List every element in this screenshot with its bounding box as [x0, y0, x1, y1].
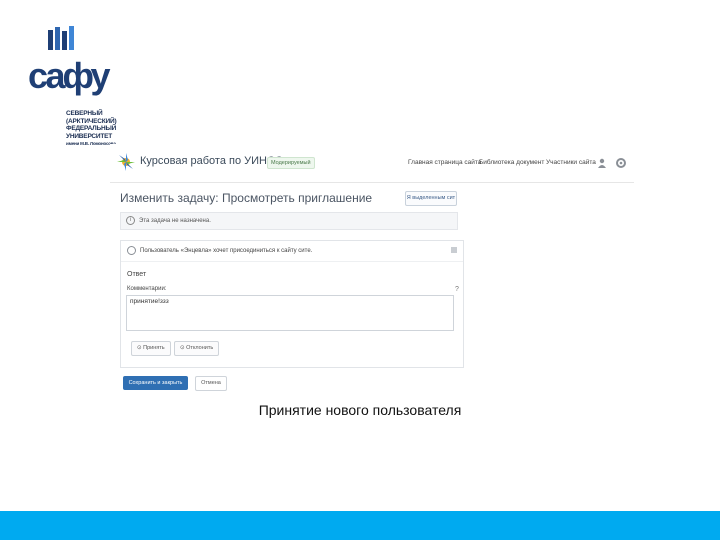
help-icon[interactable]: ? — [455, 286, 459, 293]
logo-wordmark: сафу — [28, 55, 111, 96]
user-icon[interactable] — [597, 158, 607, 168]
task-notice: i Эта задача не назначена. — [120, 212, 458, 230]
reject-label: Отклонить — [186, 345, 214, 351]
answer-label: Ответ — [127, 271, 147, 278]
save-and-close-button[interactable]: Сохранить и закрыть — [123, 376, 188, 390]
nav-site-members[interactable]: Участники сайта — [546, 159, 596, 166]
card-header: Пользователь «Энцевла» хочет присоединит… — [121, 241, 463, 262]
nav-site-home[interactable]: Главная страница сайта — [408, 159, 481, 166]
footer-bar — [0, 511, 720, 540]
accept-button[interactable]: ⊙ Принять — [131, 341, 171, 356]
embedded-screenshot: Курсовая работа по УИНСС Модерируемый Гл… — [110, 144, 634, 396]
page-title: Изменить задачу: Просмотреть приглашение — [120, 191, 373, 205]
invitation-card: Пользователь «Энцевла» хочет присоединит… — [120, 240, 464, 368]
university-logo: сафу СЕВЕРНЫЙ (АРКТИЧЕСКИЙ) ФЕДЕРАЛЬНЫЙ … — [28, 26, 117, 146]
card-header-text: Пользователь «Энцевла» хочет присоединит… — [140, 248, 313, 254]
comments-textarea[interactable]: принятие!ззз — [126, 295, 454, 331]
nav-document-library[interactable]: Библиотека документ — [479, 159, 544, 166]
reject-button[interactable]: ⊙ Отклонить — [174, 341, 220, 356]
site-header: Курсовая работа по УИНСС Модерируемый Гл… — [110, 144, 634, 183]
notice-text: Эта задача не назначена. — [139, 218, 211, 224]
slide-caption: Принятие нового пользователя — [258, 402, 462, 418]
view-button[interactable]: Я выделенным сит — [405, 191, 457, 206]
logo-line: ФЕДЕРАЛЬНЫЙ — [66, 125, 117, 132]
cancel-button[interactable]: Отмена — [195, 376, 227, 391]
request-icon — [127, 245, 136, 255]
accept-label: Принять — [143, 345, 165, 351]
logo-line: (АРКТИЧЕСКИЙ) — [66, 117, 117, 125]
logo-line: СЕВЕРНЫЙ — [66, 110, 103, 117]
books-icon — [48, 26, 74, 50]
logo-text: СЕВЕРНЫЙ (АРКТИЧЕСКИЙ) ФЕДЕРАЛЬНЫЙ УНИВЕ… — [66, 110, 136, 148]
visibility-badge: Модерируемый — [267, 157, 315, 169]
site-logo-icon — [117, 153, 135, 171]
site-title[interactable]: Курсовая работа по УИНСС — [140, 155, 283, 167]
comments-label: Комментарии: — [127, 286, 167, 292]
gear-icon[interactable] — [615, 157, 627, 169]
info-icon: i — [126, 215, 135, 225]
collapse-icon[interactable] — [451, 247, 457, 253]
logo-line: УНИВЕРСИТЕТ — [66, 132, 113, 140]
